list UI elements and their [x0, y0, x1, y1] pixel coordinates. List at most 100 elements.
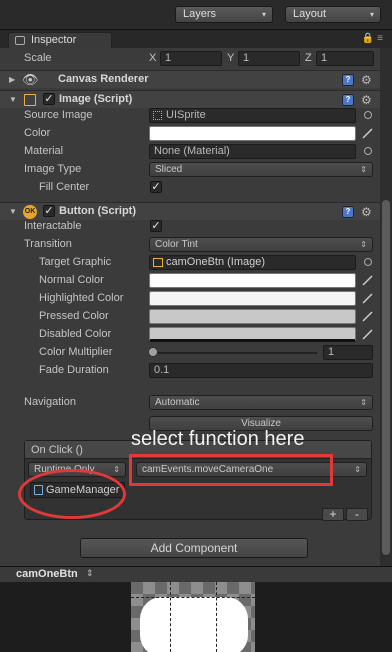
navigation-dropdown[interactable]: Automatic ⇕ [149, 395, 373, 410]
tab-inspector[interactable]: Inspector [8, 32, 112, 48]
material-field[interactable]: None (Material) [149, 144, 356, 159]
image-component-icon [24, 94, 36, 106]
eyedropper-icon[interactable] [362, 275, 373, 286]
layout-dropdown[interactable]: Layout ▾ [285, 6, 381, 23]
multiplier-slider-thumb[interactable] [148, 347, 158, 357]
fade-duration-field[interactable]: 0.1 [149, 363, 373, 378]
color-row: Color [0, 125, 380, 143]
slice-guide-left [170, 582, 171, 652]
fill-center-checkbox[interactable]: ✓ [150, 181, 162, 193]
transition-dropdown[interactable]: Color Tint ⇕ [149, 237, 373, 252]
scale-z-label[interactable]: Z [305, 52, 312, 64]
color-swatch[interactable] [149, 126, 356, 141]
collapse-triangle-icon[interactable]: ▼ [9, 95, 17, 104]
material-row: Material None (Material) [0, 143, 380, 161]
updown-arrows-icon: ⇕ [354, 465, 361, 474]
object-picker-icon[interactable] [364, 147, 372, 155]
image-title: Image (Script) [59, 93, 133, 105]
object-picker-icon[interactable] [364, 258, 372, 266]
normal-color-row: Normal Color [0, 272, 380, 290]
normal-color-label: Normal Color [39, 274, 104, 286]
tab-menu-icon[interactable]: 🔒≡ [362, 33, 386, 44]
annotation-rectangle [129, 454, 333, 486]
eyedropper-icon[interactable] [362, 329, 373, 340]
disabled-color-row: Disabled Color [0, 326, 380, 344]
transition-label: Transition [24, 238, 72, 250]
slice-guide-right [216, 582, 217, 652]
scale-row: Scale X 1 Y 1 Z 1 [0, 50, 380, 68]
updown-arrows-icon: ⇕ [360, 240, 367, 249]
interactable-label: Interactable [24, 220, 82, 232]
sprite-icon [153, 111, 162, 120]
eyedropper-icon[interactable] [362, 293, 373, 304]
material-label: Material [24, 145, 64, 157]
layers-dropdown[interactable]: Layers ▾ [175, 6, 273, 23]
help-book-icon[interactable]: ? [342, 206, 354, 218]
help-book-icon[interactable]: ? [342, 74, 354, 86]
object-picker-icon[interactable] [364, 111, 372, 119]
sprite-image [140, 597, 248, 652]
gear-icon[interactable]: ⚙ [361, 73, 372, 87]
help-book-icon[interactable]: ? [342, 94, 354, 106]
scale-x-label[interactable]: X [149, 52, 156, 64]
scrollbar[interactable] [380, 48, 392, 566]
scale-y-label[interactable]: Y [227, 52, 234, 64]
image-type-label: Image Type [24, 163, 82, 175]
fill-center-label: Fill Center [39, 181, 90, 193]
gear-icon[interactable]: ⚙ [361, 93, 372, 107]
multiplier-field[interactable]: 1 [323, 345, 373, 360]
navigation-label: Navigation [24, 396, 76, 408]
scrollbar-thumb[interactable] [382, 200, 390, 555]
disabled-color-swatch[interactable] [149, 327, 356, 342]
fade-duration-row: Fade Duration 0.1 [0, 362, 380, 380]
add-event-button[interactable]: + [322, 508, 344, 521]
source-image-row: Source Image UISprite [0, 107, 380, 125]
add-component-button[interactable]: Add Component [80, 538, 308, 558]
annotation-ellipse [18, 469, 126, 519]
image-type-dropdown[interactable]: Sliced ⇕ [149, 162, 373, 177]
button-title: Button (Script) [59, 205, 136, 217]
remove-event-button[interactable]: - [346, 508, 368, 521]
target-graphic-field[interactable]: camOneBtn (Image) [149, 255, 356, 270]
ok-button-icon: OK [23, 205, 37, 219]
inspector-icon [15, 36, 25, 45]
preview-bar[interactable]: camOneBtn ⇕ [0, 566, 392, 582]
expand-triangle-icon[interactable]: ▶ [9, 75, 15, 84]
updown-arrows-icon[interactable]: ⇕ [86, 568, 94, 579]
eyedropper-icon[interactable] [362, 128, 373, 139]
interactable-checkbox[interactable]: ✓ [150, 220, 162, 232]
interactable-row: Interactable ✓ [0, 218, 380, 236]
collapse-triangle-icon[interactable]: ▼ [9, 207, 17, 216]
navigation-value: Automatic [155, 397, 200, 408]
button-enabled-checkbox[interactable]: ✓ [43, 205, 55, 217]
normal-color-swatch[interactable] [149, 273, 356, 288]
tab-strip: Inspector 🔒≡ [0, 30, 392, 48]
canvas-renderer-header[interactable]: ▶ 👁 Canvas Renderer ? ⚙ [0, 70, 380, 88]
top-toolbar: Layers ▾ Layout ▾ [0, 0, 392, 30]
pressed-color-swatch[interactable] [149, 309, 356, 324]
image-type-row: Image Type Sliced ⇕ [0, 161, 380, 179]
source-image-field[interactable]: UISprite [149, 108, 356, 123]
annotation-text: select function here [131, 428, 305, 450]
multiplier-slider-track[interactable] [152, 352, 317, 354]
image-type-value: Sliced [155, 164, 183, 175]
disabled-color-label: Disabled Color [39, 328, 112, 340]
target-graphic-row: Target Graphic camOneBtn (Image) [0, 254, 380, 272]
image-enabled-checkbox[interactable]: ✓ [43, 93, 55, 105]
navigation-row: Navigation Automatic ⇕ [0, 394, 380, 412]
eyedropper-icon[interactable] [362, 311, 373, 322]
image-header[interactable]: ▼ ✓ Image (Script) ? ⚙ [0, 90, 380, 108]
highlighted-color-label: Highlighted Color [39, 292, 124, 304]
gear-icon[interactable]: ⚙ [361, 205, 372, 219]
highlighted-color-swatch[interactable] [149, 291, 356, 306]
scale-z-field[interactable]: 1 [316, 51, 374, 66]
color-multiplier-label: Color Multiplier [39, 346, 113, 358]
color-multiplier-row: Color Multiplier 1 [0, 344, 380, 362]
scale-y-field[interactable]: 1 [238, 51, 300, 66]
scale-x-field[interactable]: 1 [160, 51, 222, 66]
slice-guide-horizontal [131, 597, 255, 598]
eye-icon: 👁 [22, 72, 39, 87]
pressed-color-row: Pressed Color [0, 308, 380, 326]
chevron-down-icon: ▾ [261, 10, 266, 19]
layout-label: Layout [293, 8, 327, 20]
